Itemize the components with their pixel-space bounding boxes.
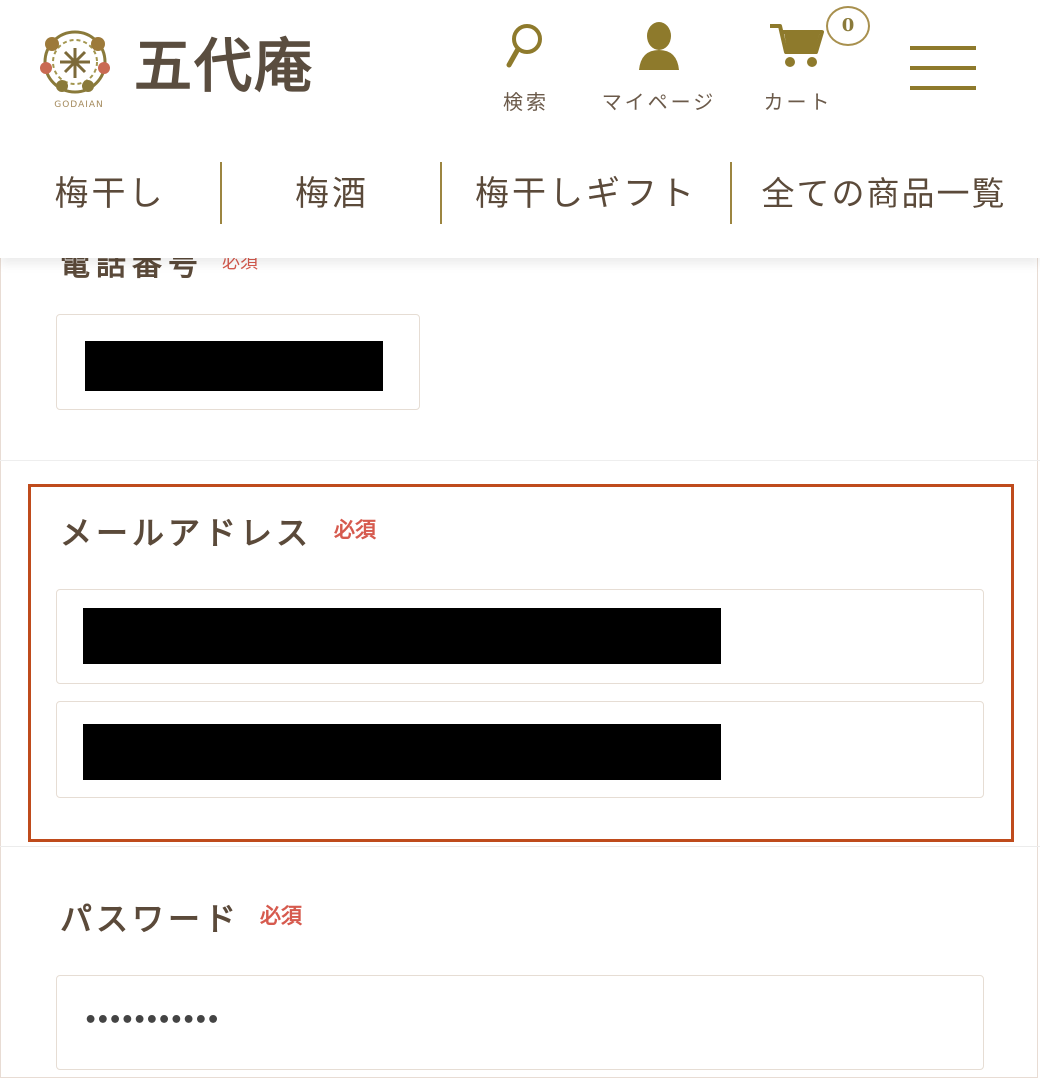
search-button[interactable]: 検索 — [466, 20, 586, 116]
site-header: GODAIAN 五代庵 検索 マイページ カート 0 梅干し 梅酒 梅干しギフト… — [0, 0, 1040, 258]
password-masked-value: ••••••••••• — [84, 1008, 220, 1033]
password-required-badge: 必須 — [260, 904, 302, 928]
cart-count-badge: 0 — [826, 6, 870, 46]
search-icon — [506, 24, 542, 68]
cart-label: カート — [763, 90, 833, 114]
redacted-value — [85, 341, 383, 391]
nav-item-umeshu[interactable]: 梅酒 — [222, 160, 442, 230]
user-icon — [639, 22, 679, 70]
nav-item-umeboshi[interactable]: 梅干し — [20, 160, 200, 230]
menu-bar — [910, 86, 976, 90]
redacted-value — [83, 724, 721, 780]
mypage-label: マイページ — [601, 90, 717, 114]
logo-wordmark: 五代庵 — [134, 32, 315, 100]
cart-icon — [770, 24, 824, 67]
password-label: パスワード — [60, 900, 241, 938]
mypage-button[interactable]: マイページ — [598, 20, 720, 116]
search-label: 検索 — [503, 90, 549, 114]
email-required-badge: 必須 — [334, 518, 376, 542]
hamburger-menu-icon[interactable] — [910, 46, 976, 90]
section-divider — [0, 846, 1040, 847]
menu-bar — [910, 66, 976, 70]
email-confirm-input[interactable] — [56, 701, 984, 798]
site-logo[interactable]: GODAIAN 五代庵 — [30, 22, 350, 114]
category-nav: 梅干し 梅酒 梅干しギフト 全ての商品一覧 — [0, 160, 1040, 230]
redacted-value — [83, 608, 721, 664]
email-label: メールアドレス — [60, 514, 313, 552]
nav-item-all-products[interactable]: 全ての商品一覧 — [734, 160, 1034, 230]
email-input[interactable] — [56, 589, 984, 684]
menu-bar — [910, 46, 976, 50]
nav-separator — [730, 162, 732, 224]
plum-crest-icon — [40, 30, 110, 94]
phone-input[interactable] — [56, 314, 420, 410]
nav-item-umeboshi-gift[interactable]: 梅干しギフト — [442, 160, 730, 230]
logo-subtitle: GODAIAN — [54, 100, 104, 110]
